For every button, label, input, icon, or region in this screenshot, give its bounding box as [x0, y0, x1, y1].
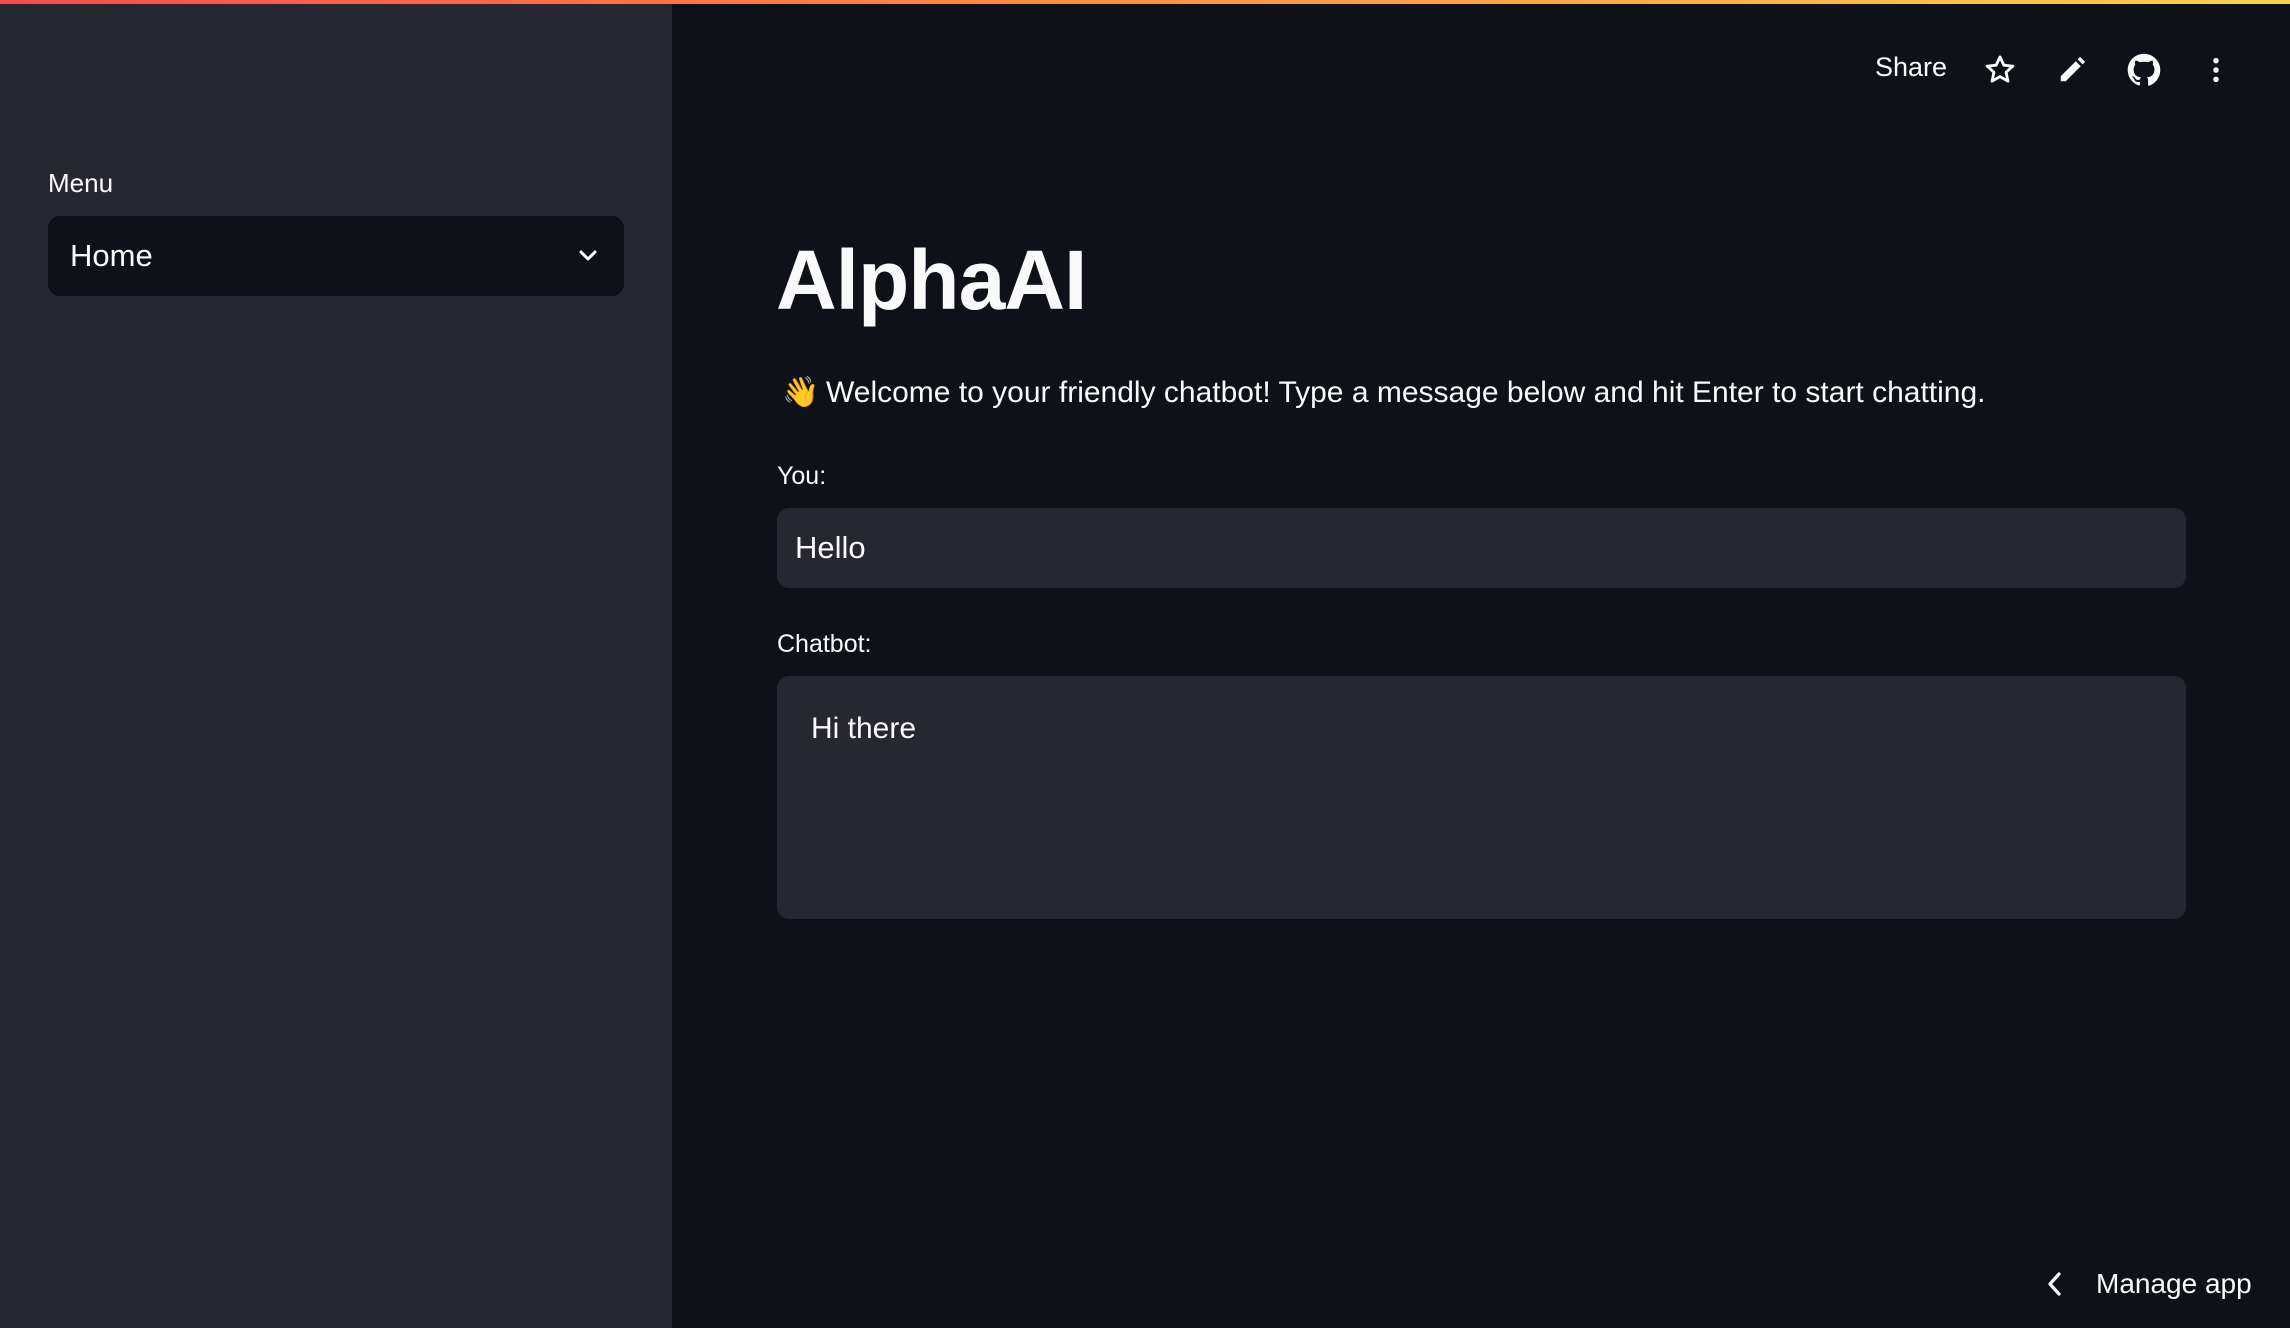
chevron-down-icon: [574, 242, 602, 270]
sidebar: Menu Home: [0, 0, 672, 1328]
app-header: Share: [672, 0, 2290, 140]
app-root: Menu Home Share AlphaAI 👋 Welcome to your…: [0, 0, 2290, 1328]
top-accent-stripe: [0, 0, 2290, 4]
you-input[interactable]: [777, 508, 2186, 588]
welcome-text: Welcome to your friendly chatbot! Type a…: [826, 376, 1986, 409]
menu-select[interactable]: Home: [48, 216, 624, 296]
menu-select-value: Home: [70, 238, 153, 273]
chatbot-output[interactable]: Hi there: [777, 676, 2186, 919]
pencil-icon[interactable]: [2052, 50, 2092, 90]
chevron-left-icon: [2040, 1269, 2070, 1299]
you-label: You:: [777, 462, 827, 490]
manage-app-label: Manage app: [2096, 1268, 2252, 1299]
chatbot-label: Chatbot:: [777, 630, 872, 658]
menu-label: Menu: [48, 168, 114, 198]
more-vertical-icon[interactable]: [2196, 50, 2236, 90]
manage-app-button[interactable]: Manage app: [2040, 1262, 2252, 1306]
welcome-message: 👋 Welcome to your friendly chatbot! Type …: [782, 375, 1986, 410]
share-button[interactable]: Share: [1875, 52, 1947, 83]
github-icon[interactable]: [2124, 50, 2164, 90]
star-icon[interactable]: [1980, 50, 2020, 90]
waving-hand-icon: 👋: [782, 376, 820, 409]
page-title: AlphaAI: [776, 233, 1087, 327]
